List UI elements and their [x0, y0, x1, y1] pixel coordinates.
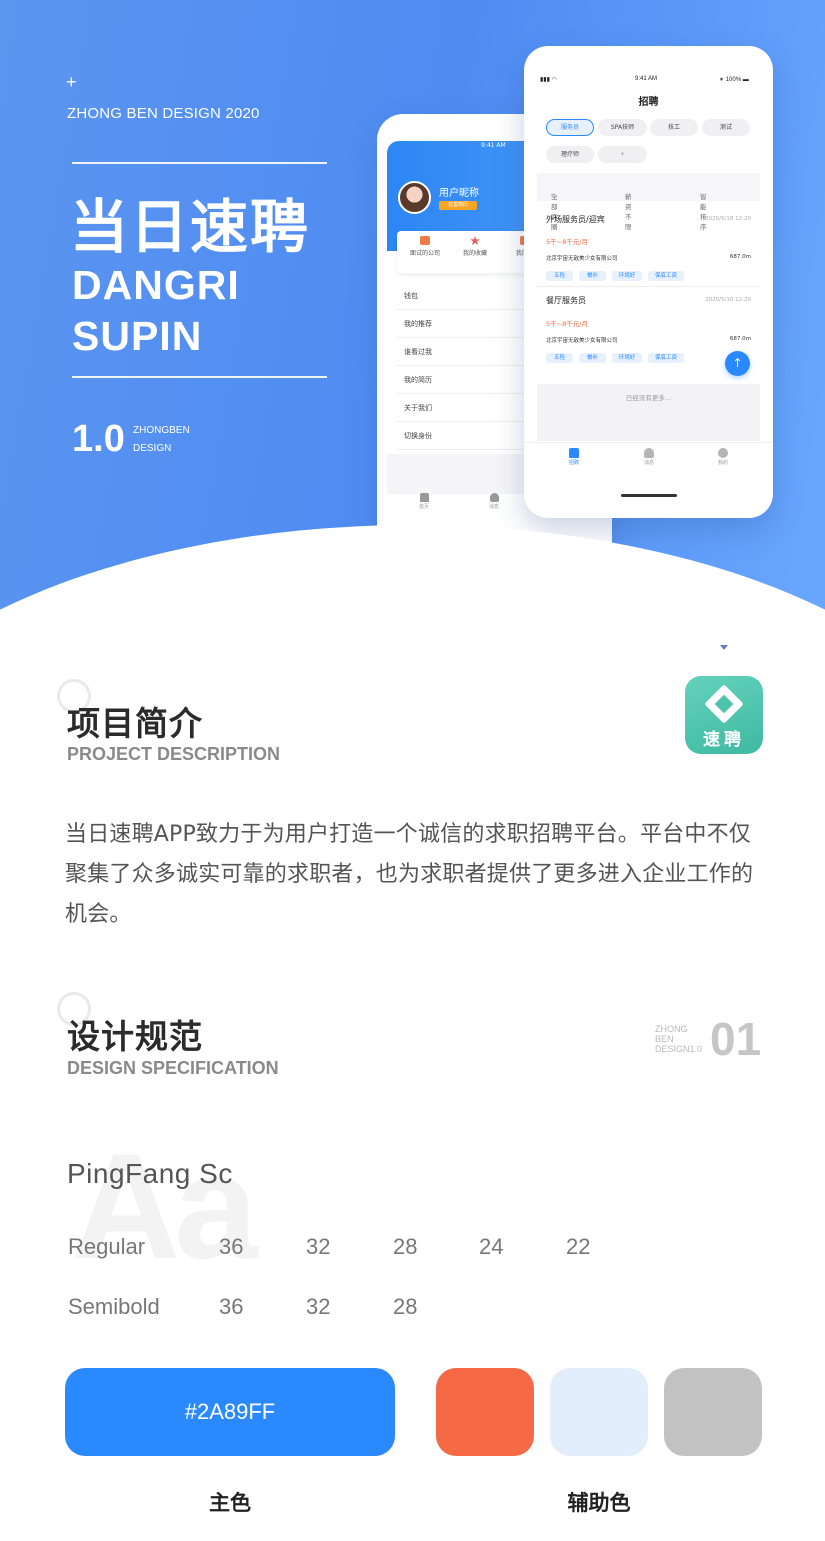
job-distance: 687.0m	[729, 336, 751, 342]
font-size: 22	[566, 1234, 591, 1259]
tab-jobs[interactable]: 招聘	[559, 448, 589, 466]
spec-subtitle: DESIGN SPECIFICATION	[67, 1058, 279, 1078]
hero-curve	[0, 525, 825, 700]
job-tag: 环境好	[612, 271, 642, 281]
job-company: 北京宇宙无敌美少女有限公司	[546, 338, 618, 344]
chip-test[interactable]: 测试	[702, 119, 750, 136]
bluetooth-icon: ∗	[719, 77, 726, 83]
home-icon	[569, 448, 579, 458]
section-badge-text: ZHONG BEN DESIGN1.0	[655, 1024, 703, 1054]
job-salary: 5千~8千元/月	[546, 238, 588, 246]
briefcase-icon	[420, 236, 430, 245]
divider-top	[72, 162, 327, 164]
font-sample-watermark: Aa	[72, 1122, 258, 1290]
hero-title-en-line2: SUPIN	[72, 313, 203, 359]
version-sub-line1: ZHONGBEN	[133, 425, 190, 436]
status-time: 9:41 AM	[635, 76, 658, 82]
section-number: 01	[710, 1013, 762, 1065]
job-salary: 5千~8千元/月	[546, 320, 588, 328]
font-size: 24	[479, 1234, 504, 1259]
add-chip-button[interactable]: +	[598, 146, 647, 163]
studio-name: ZHONG BEN DESIGN 2020	[67, 105, 260, 122]
status-time: 9:41 AM	[481, 142, 506, 149]
secondary-color-label: 辅助色	[567, 1491, 631, 1515]
bell-icon	[644, 448, 654, 458]
font-size: 36	[219, 1234, 244, 1259]
tab-messages[interactable]: 消息	[484, 493, 504, 510]
weight-regular-label: Regular	[68, 1234, 146, 1259]
chip-spa[interactable]: SPA技师	[598, 119, 647, 136]
divider	[537, 286, 760, 287]
primary-color-swatch: #2A89FF	[65, 1368, 395, 1456]
job-tag: 五险	[546, 353, 573, 363]
job-date: 2020/5/18 12:20	[705, 216, 751, 222]
caret-icon: ▾	[625, 191, 629, 199]
job-title: 餐厅服务员	[546, 296, 586, 305]
chip-waiter[interactable]: 服务员	[546, 119, 594, 136]
job-date: 2020/5/10 12:20	[705, 297, 751, 303]
secondary-color-swatch-lightblue	[550, 1368, 648, 1456]
secondary-color-swatch-gray	[664, 1368, 762, 1456]
font-size: 36	[219, 1294, 244, 1319]
avatar	[398, 181, 431, 214]
hero-title: 当日速聘	[70, 193, 311, 261]
font-size: 28	[393, 1234, 418, 1259]
caret-icon: ▾	[700, 191, 704, 199]
version-number: 1.0	[72, 418, 125, 460]
primary-color-label: 主色	[209, 1491, 251, 1515]
star-icon	[470, 236, 480, 245]
job-tag: 保底工资	[648, 271, 684, 281]
jobs-phone-mockup: ▮▮▮ ◠ 9:41 AM ∗ 100% ▬ 招聘 服务员 SPA技师 技工 测…	[524, 46, 773, 518]
chip-therapist[interactable]: 理疗师	[546, 146, 594, 163]
font-size: 32	[306, 1294, 331, 1319]
plus-icon: +	[66, 72, 77, 92]
filter-bar: 全部商圈 ▾ 薪资不限 ▾ 智能排序 ▾	[537, 173, 760, 231]
tab-profile[interactable]: 我的	[708, 448, 738, 466]
person-icon	[718, 448, 728, 458]
font-name: PingFang Sc	[67, 1158, 233, 1189]
battery-status: ∗ 100% ▬	[719, 77, 749, 83]
logo-s-icon	[704, 684, 744, 724]
font-size: 32	[306, 1234, 331, 1259]
caret-icon: ▾	[551, 191, 555, 199]
triangle-icon	[720, 645, 728, 650]
hero-title-en-line1: DANGRI	[72, 262, 240, 308]
tab-home[interactable]: 首页	[414, 493, 434, 510]
job-tag: 餐补	[579, 353, 606, 363]
project-description: 当日速聘APP致力于为用户打造一个诚信的求职招聘平台。平台中不仅聚集了众多诚实可…	[65, 822, 754, 927]
secondary-color-swatch-orange	[436, 1368, 534, 1456]
project-subtitle: PROJECT DESCRIPTION	[67, 744, 281, 764]
battery-icon: ▬	[741, 77, 749, 83]
chip-technician[interactable]: 技工	[650, 119, 698, 136]
font-size: 28	[393, 1294, 418, 1319]
logo-text: 速聘	[703, 730, 745, 750]
job-tag: 五险	[546, 271, 573, 281]
spec-title: 设计规范	[67, 1017, 203, 1056]
app-logo: 速聘	[685, 676, 763, 754]
hero-banner: + ZHONG BEN DESIGN 2020 当日速聘 DANGRI SUPI…	[0, 0, 825, 700]
user-tag: 完善简历	[439, 201, 477, 210]
back-to-top-button[interactable]: ↑	[725, 351, 750, 376]
job-company: 北京宇宙无敌美少女有限公司	[546, 256, 618, 262]
user-name: 用户昵称	[439, 188, 479, 199]
job-tag: 餐补	[579, 271, 606, 281]
version-sub-line2: DESIGN	[133, 443, 172, 454]
signal-icon: ▮▮▮ ◠	[540, 77, 557, 83]
tab-messages[interactable]: 消息	[634, 448, 664, 466]
job-distance: 687.0m	[729, 254, 751, 260]
weight-semibold-label: Semibold	[68, 1294, 160, 1319]
job-tag: 环境好	[612, 353, 642, 363]
project-title: 项目简介	[67, 704, 203, 743]
quick-item[interactable]: 我的收藏	[450, 236, 500, 257]
job-tag: 保底工资	[648, 353, 684, 363]
job-title: 外场服务员/迎宾	[546, 215, 605, 224]
page-title: 招聘	[638, 97, 659, 108]
divider-bottom	[72, 376, 327, 378]
quick-item[interactable]: 面试的公司	[400, 236, 450, 257]
no-more-text: 已经没有更多...	[625, 394, 672, 402]
home-icon	[419, 493, 429, 502]
home-indicator	[621, 494, 677, 497]
bell-icon	[489, 493, 499, 502]
